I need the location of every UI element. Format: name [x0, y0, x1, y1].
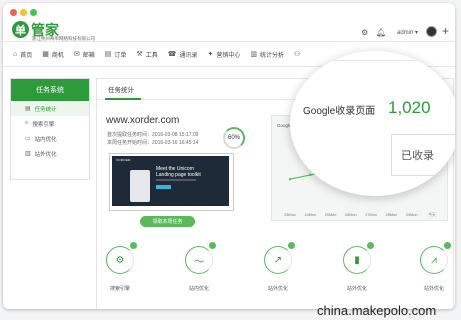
nav-item-label: 通讯录 — [179, 52, 198, 59]
sidebar-item-2[interactable]: ▭ 站内优化 — [11, 131, 89, 146]
sidebar-item-icon: ▥ — [25, 151, 31, 157]
indexed-box-label: 已收录 — [401, 150, 434, 162]
magnifier-overlay: Google收录页面 1,020 已收录 — [290, 51, 455, 196]
sidebar-item-label: 站外优化 — [34, 151, 57, 158]
google-indexed-value: 1,020 — [388, 98, 431, 117]
nav-item-3[interactable]: ▤ 订单 — [105, 50, 127, 59]
category-label: 站外优化 — [346, 286, 367, 292]
minimize-button[interactable] — [20, 9, 27, 16]
sidebar-item-icon: ⌕ — [25, 120, 29, 126]
nav-item-label: 工具 — [145, 52, 158, 59]
preview-screenshot: XORDER Meet the Unicorn Landing page too… — [112, 156, 229, 206]
sidebar-item-1[interactable]: ⌕ 搜索引擎 — [11, 116, 89, 131]
indexed-box: 已收录 — [391, 134, 455, 176]
magnifier-divider — [290, 60, 455, 61]
home-icon: ⌂ — [13, 50, 18, 58]
sidebar-item-3[interactable]: ▥ 站外优化 — [11, 146, 89, 161]
app-window: 单 管家 浙江杭州奇单网络科技有限公司 ⚙ 🔔︎ admin ▾ + ⌂ 首页 ▦ 商… — [3, 3, 455, 309]
category-badge — [209, 242, 216, 249]
claim-task-button[interactable]: 领取本周任务 — [140, 216, 195, 227]
preview-phone-image — [130, 170, 150, 202]
user-menu[interactable]: admin ▾ — [397, 29, 418, 36]
gear-icon[interactable]: ⚙ — [361, 28, 368, 37]
nav-item-label: 商机 — [51, 52, 64, 59]
preview-title: Meet the Unicorn Landing page toolkit — [156, 166, 201, 178]
nav-item-8[interactable]: ⚇ — [294, 50, 303, 58]
logo-icon: 单 — [12, 21, 29, 38]
week-task-time: 本周任务开始时间：2016-03-16 16:45:14 — [107, 140, 199, 146]
nav-item-0[interactable]: ⌂ 首页 — [13, 50, 32, 59]
nav-item-label: 邮箱 — [82, 52, 95, 59]
nav-item-4[interactable]: ⚒ 工具 — [136, 50, 157, 59]
sidebar-item-label: 任务统计 — [34, 106, 57, 113]
nav-item-label: 订单 — [114, 52, 127, 59]
nav-item-7[interactable]: ▥ 统计分析 — [250, 50, 284, 59]
data-point — [309, 173, 312, 177]
preview-cta — [156, 185, 171, 189]
category-badge — [444, 242, 451, 249]
x-tick-label: 27Mon — [365, 213, 377, 217]
category-badge — [130, 242, 137, 249]
progress-ring: 60% — [223, 127, 245, 149]
tools-icon: ⚒ — [136, 51, 143, 58]
x-tick-label: 29Mon — [406, 213, 418, 217]
avatar[interactable] — [426, 26, 437, 37]
nav-item-5[interactable]: ☎ 通讯录 — [168, 50, 198, 59]
sidebar: 任务系统 ▤ 任务统计 ⌕ 搜索引擎 ▭ 站内优化 ▥ 站外优化 — [10, 78, 90, 180]
category-label: 站外优化 — [267, 286, 288, 292]
preview-subtitle-bar — [156, 179, 196, 181]
order-icon: ▤ — [104, 51, 112, 58]
x-tick-label: 今天 — [428, 212, 436, 217]
maximize-button[interactable] — [30, 9, 37, 16]
offsite-icon[interactable]: ↗ — [264, 246, 292, 274]
offsite-icon-2[interactable]: ▮ — [343, 246, 371, 274]
category-label: 搜索引擎 — [109, 286, 130, 292]
x-tick-label: 25Mon — [325, 213, 337, 217]
bell-icon[interactable]: 🔔︎ — [376, 28, 386, 37]
watermark: china.makepolo.com — [317, 303, 437, 318]
nav-item-2[interactable]: ✉ 邮箱 — [74, 50, 95, 59]
x-tick-label: 26Mon — [345, 213, 357, 217]
x-tick-label: 24Mon — [304, 213, 316, 217]
nav-item-1[interactable]: ▦ 商机 — [42, 50, 64, 59]
stats-icon: ▥ — [250, 51, 257, 58]
offsite-icon-3[interactable]: ⩘ — [420, 246, 448, 274]
nav-item-label: 统计分析 — [259, 52, 284, 59]
site-preview: XORDER Meet the Unicorn Landing page too… — [109, 153, 234, 211]
nav-item-label: 营销中心 — [216, 52, 241, 59]
nav-item-label: 首页 — [20, 52, 33, 59]
marketing-icon: ✦ — [207, 51, 214, 58]
sidebar-item-0[interactable]: ▤ 任务统计 — [11, 101, 89, 116]
sidebar-item-icon: ▭ — [25, 136, 31, 142]
preview-nav: XORDER — [116, 158, 131, 162]
x-tick-label: 28Mon — [386, 213, 398, 217]
shop-icon: ▦ — [42, 51, 49, 58]
first-task-time: 首次提取任务时间：2016-03-08 15:17:09 — [107, 132, 199, 138]
contacts-icon: ☎ — [167, 51, 177, 58]
sidebar-item-icon: ▤ — [25, 106, 31, 112]
x-tick-label: 23Mon — [284, 213, 296, 217]
tab-task-stats[interactable]: 任务统计 — [108, 84, 134, 94]
more-icon: ⚇ — [294, 51, 301, 58]
sidebar-item-label: 搜索引擎 — [32, 121, 55, 128]
search-engine-icon[interactable]: ⚙ — [106, 246, 134, 274]
category-badge — [367, 242, 374, 249]
add-button[interactable]: + — [442, 24, 449, 38]
sidebar-item-label: 站内优化 — [34, 136, 57, 143]
site-domain: www.xorder.com — [106, 115, 180, 126]
mail-icon: ✉ — [73, 51, 80, 58]
onsite-icon[interactable]: 〜 — [185, 246, 213, 274]
nav-item-6[interactable]: ✦ 营销中心 — [207, 50, 240, 59]
data-point — [288, 178, 292, 181]
title-bar: 单 管家 浙江杭州奇单网络科技有限公司 ⚙ 🔔︎ admin ▾ + — [3, 3, 455, 42]
category-label: 站外优化 — [423, 286, 444, 292]
google-indexed-label: Google收录页面 — [303, 106, 376, 117]
sidebar-title: 任务系统 — [11, 79, 89, 101]
tab-active-indicator — [105, 98, 141, 100]
category-label: 站内优化 — [188, 286, 209, 292]
user-name: admin — [397, 30, 414, 36]
close-button[interactable] — [10, 9, 17, 16]
category-badge — [288, 242, 295, 249]
